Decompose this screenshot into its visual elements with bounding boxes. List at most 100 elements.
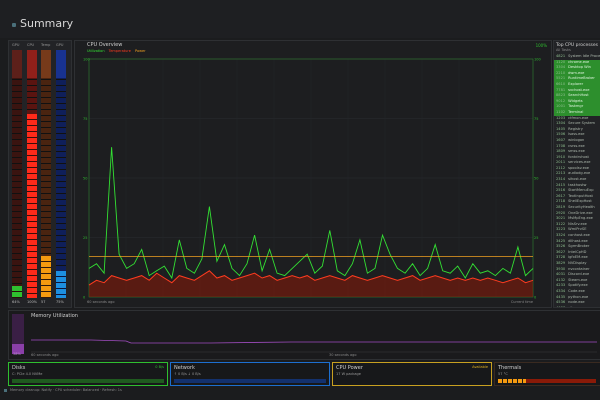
process-name: igfxEM.exe xyxy=(568,255,588,260)
process-name: Discord.exe xyxy=(568,272,590,277)
cpu-power-title: CPU Power xyxy=(336,365,363,371)
process-pid: 3021 xyxy=(556,216,566,221)
process-name: services.exe xyxy=(568,160,591,165)
process-name: dwm.exe xyxy=(568,70,585,75)
process-name: audiodg.exe xyxy=(568,171,591,176)
process-name: lsass.exe xyxy=(568,132,585,137)
process-pid: 2920 xyxy=(556,210,566,215)
process-name: IntelCpHD xyxy=(568,249,587,254)
process-name: Secure System xyxy=(568,121,596,126)
footer: Memory cleanup: Notify · CPU scheduler: … xyxy=(0,386,600,400)
process-pid: 1001 xyxy=(556,104,566,109)
process-name: Registry xyxy=(568,126,583,131)
process-name: TextInputHost xyxy=(568,193,593,198)
process-pid: 4637 xyxy=(556,305,566,308)
y-tick-label-right: 75 xyxy=(534,117,538,121)
process-pid: 2819 xyxy=(556,205,566,210)
header: Summary xyxy=(0,0,600,38)
meter-value: 57 xyxy=(41,300,46,304)
process-pid: 1910 xyxy=(556,154,566,159)
y-tick-label-left: 0 xyxy=(83,296,85,300)
process-pid: 1809 xyxy=(556,149,566,154)
process-pid: 3829 xyxy=(556,260,566,265)
meter-label: Temp xyxy=(41,43,51,47)
process-pid: 4536 xyxy=(556,300,566,305)
process-pid: 4334 xyxy=(556,288,566,293)
meter-fill xyxy=(27,114,37,298)
process-pid: 1607 xyxy=(556,137,566,142)
disks-title: Disks xyxy=(12,365,26,371)
meter-value: 75% xyxy=(56,300,64,304)
y-tick-label-left: 100 xyxy=(83,58,90,62)
process-name: svchost.exe xyxy=(568,87,590,92)
process-pid: 5521 xyxy=(556,76,566,81)
process-pid: 1102 xyxy=(556,109,566,114)
meter-head xyxy=(27,50,37,78)
process-name: SearchHost xyxy=(568,93,589,98)
memory-title: Memory Utilization xyxy=(31,313,78,319)
disks-card[interactable]: Disks 0 B/s C: PCIe 4.0 NVMe xyxy=(8,362,168,386)
cpu-chart-legend: Utilization Temperature Power xyxy=(87,49,146,53)
process-name: StartMenuExp xyxy=(568,188,594,193)
cpu-chart: 100 75 50 25 0 100 75 50 25 0 xyxy=(83,58,541,300)
legend-temperature: Temperature xyxy=(108,49,131,53)
cpu-chart-end-label: Current time xyxy=(510,300,533,304)
disks-bar xyxy=(12,379,164,383)
process-pid: 2415 xyxy=(556,182,566,187)
process-pid: 2516 xyxy=(556,188,566,193)
process-pid: 2314 xyxy=(556,177,566,182)
process-name: conhost.exe xyxy=(568,233,590,237)
thermals-heat-bar xyxy=(526,379,596,383)
process-pid: 1120 xyxy=(556,59,566,64)
meter-label: GPU xyxy=(12,43,20,47)
disks-rate: 0 B/s xyxy=(155,365,164,369)
process-pid: 3728 xyxy=(556,255,566,260)
process-pid: 3223 xyxy=(556,227,566,232)
process-pid: 6610 xyxy=(556,81,566,86)
meter-fill xyxy=(56,271,66,298)
network-card[interactable]: Network ↑ 0 B/s ↓ 0 B/s xyxy=(170,362,330,386)
process-name: node.exe xyxy=(568,300,585,305)
y-tick-label-left: 50 xyxy=(83,177,87,181)
process-row[interactable]: 4637 git.exe xyxy=(554,305,600,308)
meter-label: GPU xyxy=(56,43,64,47)
process-pid: 2617 xyxy=(556,193,566,198)
meter-track xyxy=(12,50,22,298)
process-pid: 4132 xyxy=(556,277,566,282)
process-name: SgrmBroker xyxy=(568,244,590,249)
memory-line xyxy=(31,339,597,344)
meter-track xyxy=(27,50,37,298)
legend-power: Power xyxy=(134,49,146,53)
page-title: Summary xyxy=(20,17,74,30)
meter-head xyxy=(41,50,51,78)
process-pid: 2112 xyxy=(556,165,566,170)
memory-meter xyxy=(12,314,24,354)
process-title: Top CPU processes xyxy=(556,43,599,48)
process-pid: 8823 xyxy=(556,93,566,98)
process-name: SecurityHealth xyxy=(568,205,595,210)
process-pid: 4435 xyxy=(556,294,566,299)
process-name: smss.exe xyxy=(568,149,585,154)
y-tick-label-right: 0 xyxy=(534,296,536,300)
thermals-title: Thermals xyxy=(498,365,522,371)
meter-track xyxy=(56,50,66,298)
process-pid: 2210 xyxy=(556,70,566,75)
process-pid: 2718 xyxy=(556,199,566,204)
cpu-chart-panel: CPU Overview 100% Utilization Temperatur… xyxy=(74,40,552,308)
process-name: sihost.exe xyxy=(568,177,587,182)
process-name: fontdrvhost xyxy=(568,154,589,159)
cpu-chart-value: 100% xyxy=(535,43,547,48)
process-name: System Idle Process xyxy=(568,54,600,58)
process-pid: 3425 xyxy=(556,238,566,243)
cpu-power-card[interactable]: CPU Power Available 17 W package xyxy=(332,362,492,386)
process-name: Desktop Win xyxy=(568,65,591,70)
process-name: Steam.exe xyxy=(568,277,588,282)
memory-chart xyxy=(31,339,597,353)
process-list: 4821System Idle Process1120chrome.exe330… xyxy=(554,54,600,308)
meter-fill xyxy=(41,256,51,298)
process-name: Taskmgr xyxy=(568,104,584,109)
process-name: winlogon xyxy=(568,137,585,142)
process-pid: 3930 xyxy=(556,266,566,271)
network-title: Network xyxy=(174,365,195,371)
thermals-card[interactable]: Thermals 57 °C xyxy=(494,362,600,386)
